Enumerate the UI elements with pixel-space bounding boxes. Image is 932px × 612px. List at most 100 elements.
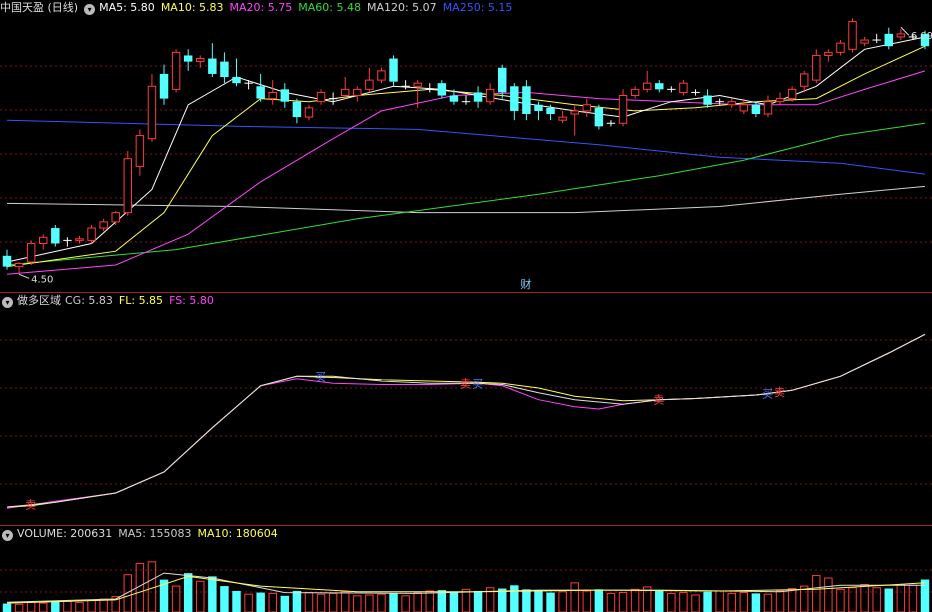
collapse-icon[interactable]: ▾ (84, 4, 96, 15)
volume-panel[interactable]: ▾ VOLUME: 200631 MA5: 155083 MA10: 180604 (0, 526, 932, 612)
indicator-chart: 买买买卖卖卖卖 (0, 333, 932, 512)
volume-bar (244, 593, 253, 612)
buy-signal: 买 (472, 377, 483, 390)
candle-body (896, 33, 906, 38)
legend-cg: CG: 5.83 (65, 294, 113, 307)
volume-bar (437, 590, 447, 612)
candle-body (353, 88, 362, 97)
volume-bar (896, 583, 906, 612)
indicator-panel[interactable]: ▾ 做多区域 CG: 5.83 FL: 5.85 FS: 5.80 买买买卖卖卖卖 (0, 293, 932, 525)
event-marker: 财 (520, 277, 531, 291)
volume-legend: ▾ VOLUME: 200631 MA5: 155083 MA10: 180604 (0, 526, 290, 542)
volume-bar (848, 587, 857, 612)
volume-bar (328, 592, 338, 612)
candle-body (787, 88, 797, 100)
price-panel[interactable]: 中国天盈 (日线) ▾ MA5: 5.80 MA10: 5.83 MA20: 5.75 M… (0, 0, 932, 292)
line-fl (6, 333, 926, 508)
candle-body (304, 107, 314, 118)
volume-bar (63, 600, 72, 612)
candle-body (87, 227, 96, 241)
candle-body (558, 116, 567, 121)
volume-bar (606, 592, 616, 612)
volume-bar (196, 580, 205, 612)
volume-bar (171, 585, 181, 612)
volume-ma-legend: MA5: 155083 MA10: 180604 (118, 527, 283, 540)
collapse-icon[interactable]: ▾ (2, 297, 13, 308)
volume-bar (401, 595, 410, 612)
candle-body (618, 95, 628, 124)
volume-bar (715, 590, 724, 612)
volume-bar (884, 588, 893, 612)
volume-bar (268, 592, 277, 612)
volume-bar (304, 592, 314, 612)
candle-body (679, 82, 688, 93)
volume-bar (594, 589, 604, 612)
line-ma120 (6, 185, 926, 214)
volume-bar (655, 590, 664, 612)
line-ma10 (6, 45, 926, 268)
volume-bar (461, 588, 471, 612)
volume-bar (75, 602, 84, 612)
volume-bar (787, 588, 797, 612)
volume-bar (727, 592, 736, 612)
candle-body (26, 242, 36, 263)
volume-bar (618, 592, 628, 612)
volume-bar (498, 588, 507, 612)
legend-ma10: MA10: 5.83 (160, 1, 224, 14)
legend-ma20: MA20: 5.75 (229, 1, 293, 14)
volume-bar (389, 593, 398, 612)
candle-body (775, 98, 785, 103)
legend-vma10: MA10: 180604 (197, 527, 278, 540)
ma-legend: MA5: 5.80 MA10: 5.83 MA20: 5.75 MA60: 5.48 M… (99, 1, 518, 14)
volume-bar (473, 590, 483, 612)
candle-body (473, 92, 483, 102)
candle-body (860, 39, 869, 44)
sell-signal: 卖 (653, 394, 664, 407)
volume-bar (703, 591, 712, 612)
candle-body (449, 95, 459, 102)
line-ma60 (6, 122, 926, 266)
candle-body (884, 33, 893, 47)
candle-body (256, 86, 265, 99)
volume-bar (570, 582, 579, 612)
candle-body (642, 82, 652, 90)
sell-signal: 卖 (460, 377, 471, 390)
candle-body (510, 86, 519, 111)
stock-title: 中国天盈 (日线) (0, 1, 79, 14)
volume-title: VOLUME: 200631 (17, 527, 113, 540)
indicator-title: 做多区域 (17, 294, 61, 307)
legend-fl: FL: 5.85 (118, 294, 164, 307)
collapse-icon[interactable]: ▾ (2, 530, 13, 541)
volume-bar (920, 579, 930, 612)
volume-bar (208, 576, 217, 612)
line-cg (6, 333, 926, 508)
line-fs (6, 333, 926, 509)
candle-body (111, 212, 120, 223)
candle-body (14, 263, 24, 268)
candle-body (365, 79, 374, 90)
candle-body (51, 228, 60, 244)
candle-body (812, 54, 821, 81)
low-pointer (18, 273, 30, 279)
legend-ma5: MA5: 5.80 (99, 1, 155, 14)
candle-body (389, 58, 398, 82)
legend-ma60: MA60: 5.48 (298, 1, 361, 14)
volume-bar (220, 586, 229, 612)
volume-bar (14, 603, 24, 612)
volume-bar (2, 603, 12, 612)
candle-body (630, 88, 640, 97)
volume-bar (377, 593, 386, 612)
volume-bar (679, 592, 688, 612)
volume-bar (522, 589, 531, 612)
candle-body (703, 95, 712, 105)
volume-bar (510, 585, 519, 612)
legend-ma250: MA250: 5.15 (442, 1, 513, 14)
buy-signal: 买 (315, 370, 326, 383)
candle-body (522, 86, 531, 115)
candle-body (836, 42, 845, 53)
candle-body (848, 21, 857, 50)
candlestick-chart: 6.09 4.50 财 (0, 18, 932, 291)
candle-body (75, 238, 84, 241)
volume-bar (183, 573, 193, 612)
volume-bar (413, 592, 422, 612)
